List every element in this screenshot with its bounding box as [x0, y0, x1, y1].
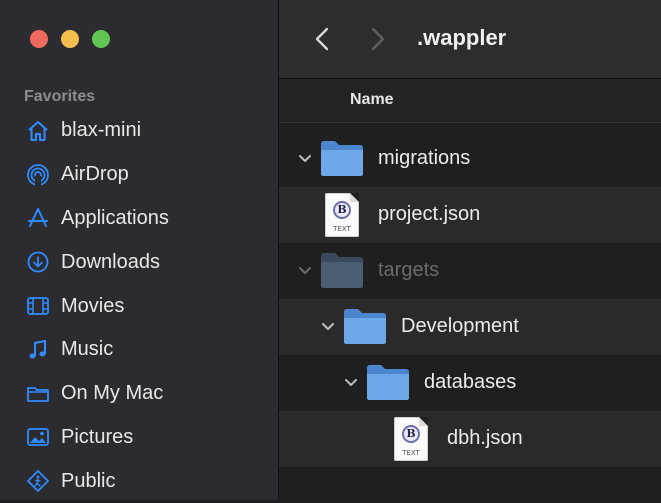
zoom-window-button[interactable]	[92, 30, 110, 48]
sidebar-item-label: AirDrop	[61, 163, 129, 186]
chevron-right-icon	[371, 27, 385, 51]
movies-icon	[26, 294, 50, 318]
sidebar-item-on-my-mac[interactable]: On My Mac	[0, 372, 278, 416]
downloads-icon	[26, 250, 50, 274]
chevron-left-icon	[315, 27, 329, 51]
list-item[interactable]: targets	[279, 243, 661, 299]
disclosure-chevron-down-icon[interactable]	[343, 375, 359, 391]
disclosure-chevron-down-icon[interactable]	[320, 319, 336, 335]
list-item-name: Development	[401, 315, 519, 337]
window-controls	[30, 30, 110, 48]
column-header: Name	[279, 79, 661, 123]
sidebar-item-public[interactable]: Public	[0, 459, 278, 503]
json-file-icon: B TEXT	[394, 417, 428, 461]
sidebar-item-label: Applications	[61, 206, 169, 229]
public-icon	[26, 469, 50, 493]
folder-icon	[321, 253, 363, 288]
sidebar-item-label: Movies	[61, 294, 125, 317]
list-item[interactable]: migrations	[279, 131, 661, 187]
sidebar-item-label: blax-mini	[61, 119, 142, 142]
sidebar-item-music[interactable]: Music	[0, 328, 278, 372]
sidebar-item-applications[interactable]: Applications	[0, 197, 278, 241]
folder-icon	[367, 365, 409, 400]
favorites-section-label: Favorites	[24, 88, 96, 105]
favorites-list: blax-mini AirDrop Applications Downloads…	[0, 109, 278, 503]
pictures-icon	[26, 425, 50, 449]
list-item-name: databases	[424, 371, 517, 393]
list-item[interactable]: databases	[279, 355, 661, 411]
airdrop-icon	[26, 163, 50, 187]
sidebar-item-airdrop[interactable]: AirDrop	[0, 153, 278, 197]
back-button[interactable]	[307, 24, 337, 54]
list-item-name: migrations	[378, 147, 471, 169]
applications-icon	[26, 206, 50, 230]
sidebar-item-label: Downloads	[61, 250, 160, 273]
sidebar-item-label: On My Mac	[61, 382, 164, 405]
disclosure-chevron-down-icon[interactable]	[297, 263, 313, 279]
sidebar: Favorites blax-mini AirDrop Applications…	[0, 0, 279, 500]
list-item[interactable]: Development	[279, 299, 661, 355]
sidebar-item-pictures[interactable]: Pictures	[0, 416, 278, 460]
list-item-name: targets	[378, 259, 440, 281]
sidebar-item-label: Music	[61, 338, 114, 361]
folder-icon	[26, 382, 50, 406]
disclosure-chevron-down-icon[interactable]	[297, 151, 313, 167]
sidebar-item-movies[interactable]: Movies	[0, 284, 278, 328]
home-icon	[26, 119, 50, 143]
close-window-button[interactable]	[30, 30, 48, 48]
list-item-name: dbh.json	[447, 427, 523, 449]
json-file-icon: B TEXT	[325, 193, 359, 237]
sidebar-item-downloads[interactable]: Downloads	[0, 240, 278, 284]
folder-icon	[344, 309, 386, 344]
sidebar-item-home[interactable]: blax-mini	[0, 109, 278, 153]
window-title: .wappler	[417, 25, 507, 50]
folder-icon	[321, 141, 363, 176]
list-item-name: project.json	[378, 203, 481, 225]
file-list: migrations B TEXT project.json targets D…	[279, 131, 661, 467]
list-item[interactable]: B TEXT dbh.json	[279, 411, 661, 467]
name-column-header[interactable]: Name	[350, 91, 394, 109]
forward-button[interactable]	[363, 24, 393, 54]
list-item[interactable]: B TEXT project.json	[279, 187, 661, 243]
music-icon	[26, 338, 50, 362]
minimize-window-button[interactable]	[61, 30, 79, 48]
sidebar-item-label: Pictures	[61, 425, 134, 448]
sidebar-item-label: Public	[61, 469, 116, 492]
toolbar: .wappler	[279, 0, 661, 79]
